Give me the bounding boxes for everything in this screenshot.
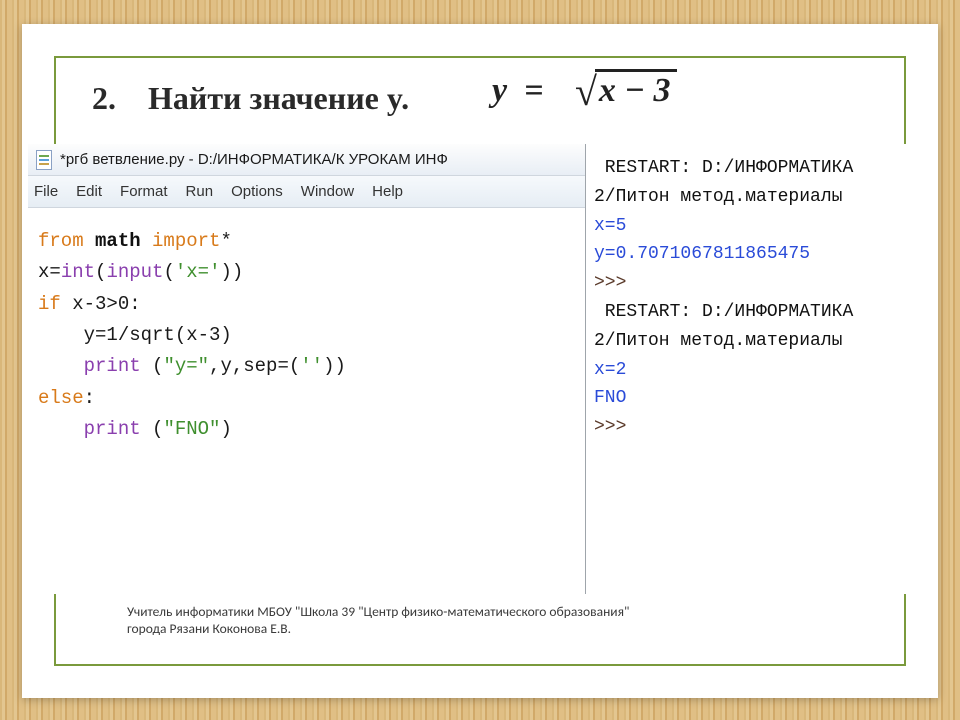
formula-radicand: x − 3 [595, 69, 677, 109]
sqrt-symbol: √x − 3 [569, 68, 677, 115]
slide-footer: Учитель информатики МБОУ "Школа 39 "Цент… [127, 603, 629, 638]
shell-output-2: FNO [594, 388, 626, 408]
footer-line-1: Учитель информатики МБОУ "Школа 39 "Цент… [127, 603, 629, 621]
shell-prompt-1: >>> [594, 273, 626, 293]
slide-frame: 2. Найти значение y. y = √x − 3 *ргб вет… [22, 24, 938, 698]
formula-lhs: y [492, 72, 507, 109]
menu-file[interactable]: File [34, 183, 58, 200]
footer-line-2: города Рязани Коконова Е.В. [127, 620, 629, 638]
shell-prompt-2: >>> [594, 417, 626, 437]
editor-titlebar: *ргб ветвление.ру - D:/ИНФОРМАТИКА/К УРО… [28, 144, 585, 176]
idle-editor-window: *ргб ветвление.ру - D:/ИНФОРМАТИКА/К УРО… [28, 144, 586, 594]
formula-eq: = [516, 72, 561, 109]
code-area[interactable]: from math import* x=int(input('x=')) if … [28, 208, 585, 463]
menu-format[interactable]: Format [120, 183, 168, 200]
menu-edit[interactable]: Edit [76, 183, 102, 200]
shell-restart-1: RESTART: D:/ИНФОРМАТИКА [594, 158, 853, 178]
menu-options[interactable]: Options [231, 183, 283, 200]
idle-shell-output: RESTART: D:/ИНФОРМАТИКА 2/Питон метод.ма… [586, 144, 938, 594]
editor-menubar: File Edit Format Run Options Window Help [28, 176, 585, 208]
shell-input-x2: x=2 [594, 360, 626, 380]
editor-title: *ргб ветвление.ру - D:/ИНФОРМАТИКА/К УРО… [60, 151, 448, 168]
python-file-icon [36, 150, 52, 170]
shell-restart-2: RESTART: D:/ИНФОРМАТИКА [594, 302, 853, 322]
shell-output-y1: y=0.7071067811865475 [594, 244, 810, 264]
task-heading: 2. Найти значение y. [92, 80, 409, 117]
shell-path-2: 2/Питон метод.материалы [594, 331, 842, 351]
menu-help[interactable]: Help [372, 183, 403, 200]
shell-path-1: 2/Питон метод.материалы [594, 187, 842, 207]
radical-icon: √ [575, 69, 597, 114]
menu-run[interactable]: Run [186, 183, 214, 200]
task-text: Найти значение y. [148, 80, 409, 116]
shell-input-x1: x=5 [594, 216, 626, 236]
task-number: 2. [92, 80, 116, 116]
menu-window[interactable]: Window [301, 183, 354, 200]
formula: y = √x − 3 [492, 68, 677, 115]
